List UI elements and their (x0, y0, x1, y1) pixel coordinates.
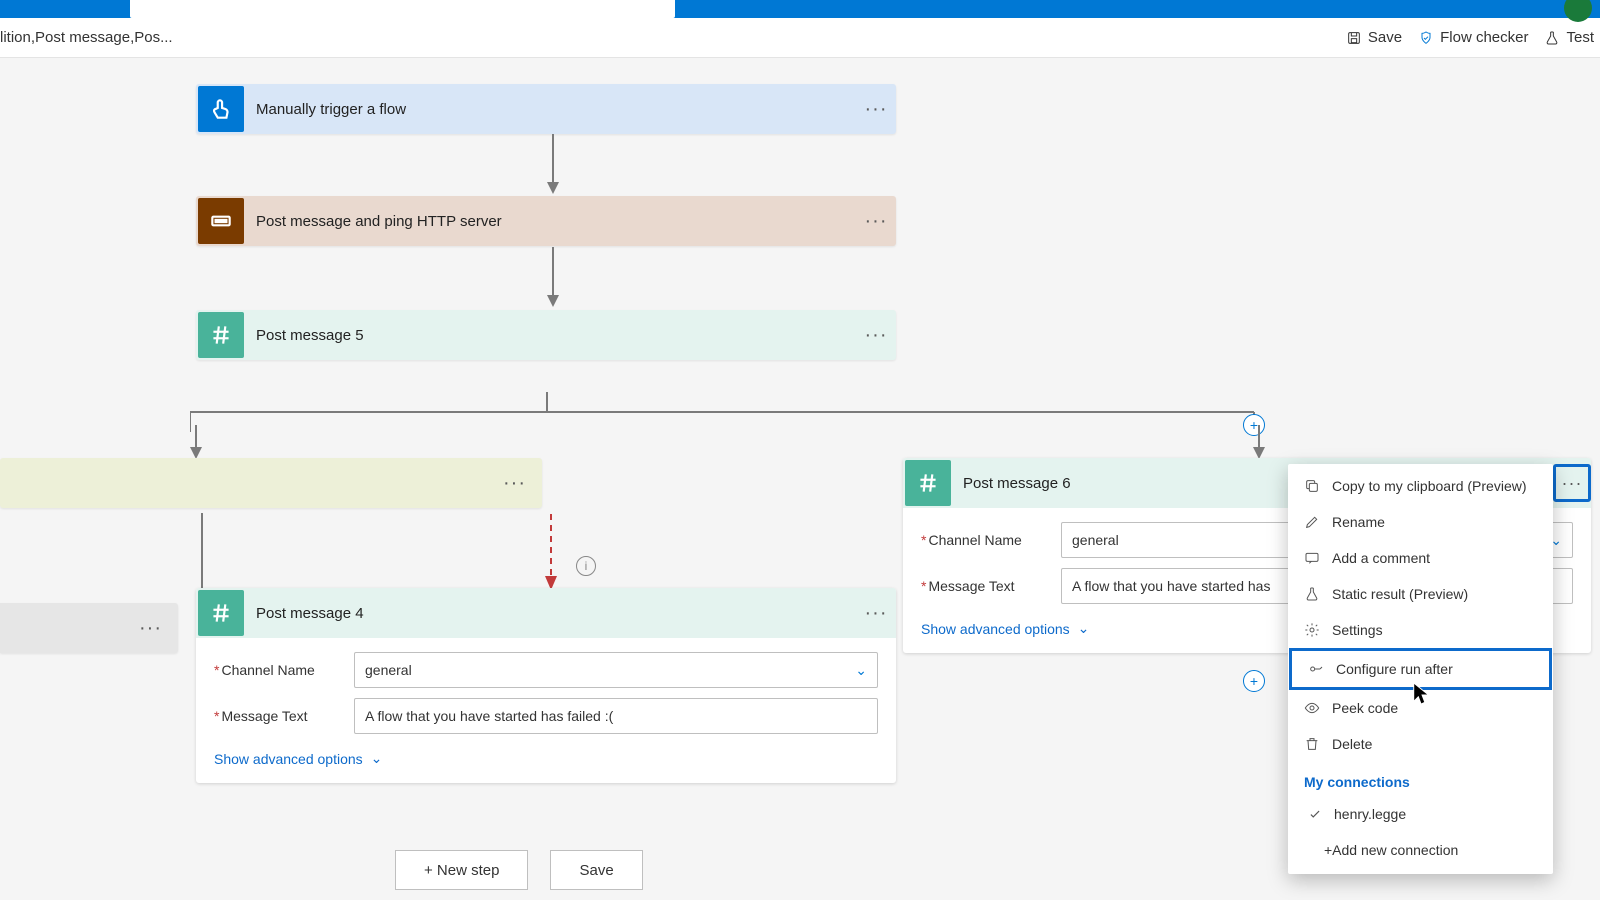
connector-arrow (546, 134, 560, 194)
step-title: Post message 4 (246, 605, 856, 622)
add-step-button[interactable]: + (1243, 670, 1265, 692)
comment-icon (1304, 550, 1320, 566)
flow-canvas[interactable]: Manually trigger a flow ··· Post message… (0, 58, 1600, 900)
channel-value: general (1072, 532, 1119, 548)
step-post-message-4[interactable]: Post message 4 ··· *Channel Name general… (196, 588, 896, 783)
show-advanced-link[interactable]: Show advanced options⌄ (214, 744, 878, 771)
save-action[interactable]: Save (1346, 29, 1402, 46)
message-text-input[interactable] (354, 698, 878, 734)
connections-header: My connections (1288, 762, 1553, 796)
connector-arrow (546, 247, 560, 307)
step-menu-button[interactable]: ··· (856, 210, 896, 233)
test-label: Test (1566, 29, 1594, 46)
save-label: Save (1368, 29, 1402, 46)
step-menu-button[interactable]: ··· (856, 324, 896, 347)
run-after-icon (1308, 661, 1324, 677)
menu-rename[interactable]: Rename (1288, 504, 1553, 540)
flask-icon (1304, 586, 1320, 602)
connector-arrow (1252, 425, 1266, 459)
step-menu-button[interactable]: ··· (856, 98, 896, 121)
footer-actions: + New step Save (395, 850, 643, 890)
hash-icon (905, 460, 951, 506)
step-menu-button[interactable]: ··· (1553, 464, 1591, 502)
flow-checker-action[interactable]: Flow checker (1418, 29, 1528, 46)
step-trigger[interactable]: Manually trigger a flow ··· (196, 84, 896, 134)
chevron-down-icon: ⌄ (855, 662, 867, 679)
hash-icon (198, 590, 244, 636)
field-label: *Message Text (921, 578, 1061, 594)
add-connection-link[interactable]: +Add new connection (1288, 832, 1553, 870)
branch-connector (190, 392, 1270, 424)
chevron-down-icon: ⌄ (1078, 620, 1090, 637)
check-icon (1308, 807, 1322, 821)
app-top-bar (0, 0, 1600, 18)
pencil-icon (1304, 514, 1320, 530)
menu-configure-run-after[interactable]: Configure run after (1289, 648, 1552, 690)
action-bar: lition,Post message,Pos... Save Flow che… (0, 18, 1600, 58)
search-input[interactable] (130, 0, 675, 18)
channel-value: general (365, 662, 412, 678)
field-label: *Channel Name (921, 532, 1061, 548)
branch-card-left[interactable]: ··· (0, 458, 542, 508)
step-menu-button[interactable]: ··· (139, 617, 162, 640)
menu-add-comment[interactable]: Add a comment (1288, 540, 1553, 576)
info-icon[interactable]: i (576, 556, 596, 576)
step-menu-button[interactable]: ··· (856, 602, 896, 625)
flask-icon (1544, 30, 1560, 46)
save-button[interactable]: Save (550, 850, 642, 890)
step-title: Post message 5 (246, 327, 856, 344)
step-menu-button[interactable]: ··· (503, 472, 526, 495)
menu-delete[interactable]: Delete (1288, 726, 1553, 762)
flow-checker-icon (1418, 30, 1434, 46)
collapsed-step-left[interactable]: ··· (0, 603, 178, 653)
new-step-button[interactable]: + New step (395, 850, 528, 890)
connector-arrow (189, 425, 203, 459)
channel-select[interactable]: general ⌄ (354, 652, 878, 688)
flow-title[interactable]: lition,Post message,Pos... (0, 29, 173, 46)
step-post-message-5[interactable]: Post message 5 ··· (196, 310, 896, 360)
copy-icon (1304, 478, 1320, 494)
save-icon (1346, 30, 1362, 46)
test-action[interactable]: Test (1544, 29, 1594, 46)
field-label: *Message Text (214, 708, 354, 724)
menu-settings[interactable]: Settings (1288, 612, 1553, 648)
field-label: *Channel Name (214, 662, 354, 678)
flow-checker-label: Flow checker (1440, 29, 1528, 46)
menu-copy[interactable]: Copy to my clipboard (Preview) (1288, 468, 1553, 504)
hash-icon (198, 312, 244, 358)
chevron-down-icon: ⌄ (371, 750, 383, 767)
gear-icon (1304, 622, 1320, 638)
step-scope[interactable]: Post message and ping HTTP server ··· (196, 196, 896, 246)
menu-static-result[interactable]: Static result (Preview) (1288, 576, 1553, 612)
step-title: Post message and ping HTTP server (246, 213, 856, 230)
error-connector (544, 514, 558, 590)
trash-icon (1304, 736, 1320, 752)
context-menu: Copy to my clipboard (Preview) Rename Ad… (1288, 464, 1553, 874)
eye-icon (1304, 700, 1320, 716)
manual-trigger-icon (198, 86, 244, 132)
step-title: Manually trigger a flow (246, 101, 856, 118)
menu-peek-code[interactable]: Peek code (1288, 690, 1553, 726)
scope-icon (198, 198, 244, 244)
connection-item[interactable]: henry.legge (1288, 796, 1553, 832)
message-text-field[interactable] (365, 708, 867, 724)
